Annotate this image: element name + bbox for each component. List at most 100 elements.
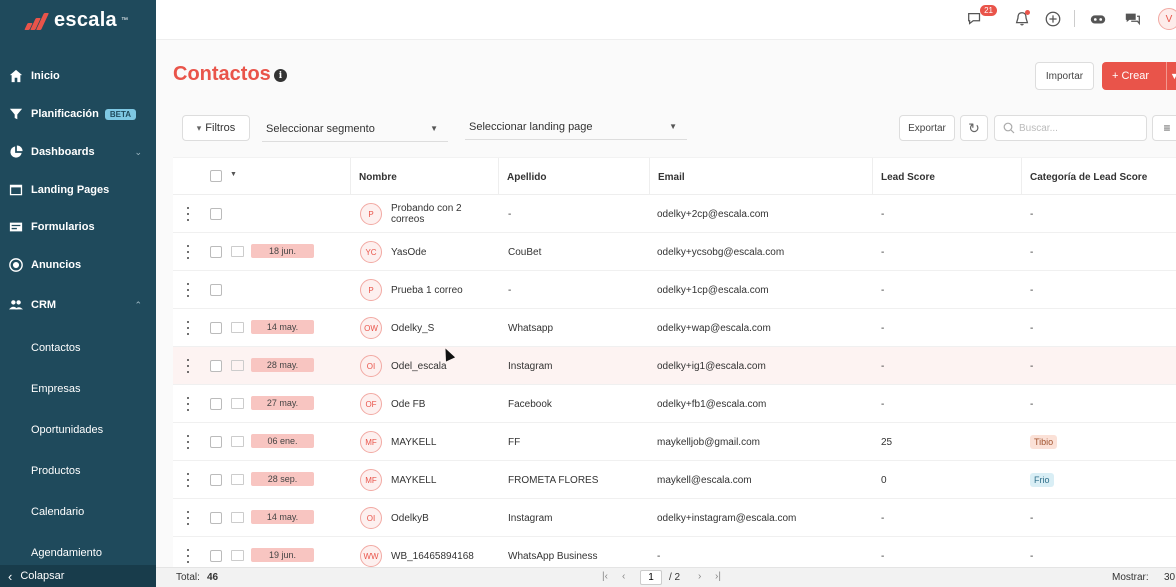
notifications-button[interactable] [1012,9,1032,29]
show-value[interactable]: 30 [1164,572,1175,583]
row-menu-icon[interactable] [183,321,193,335]
contact-first-name[interactable]: YasOde [391,233,495,271]
contact-first-name[interactable]: Prueba 1 correo [391,271,495,309]
table-row[interactable]: 28 sep. MF MAYKELL FROMETA FLORES maykell@es… [173,461,1176,499]
task-icon[interactable] [231,474,244,485]
table-row[interactable]: P Prueba 1 correo - odelky+1cp@escala.com - - [173,271,1176,309]
import-button[interactable]: Importar [1035,62,1094,90]
row-checkbox[interactable] [210,284,222,296]
table-row[interactable]: 28 may. OI Odel_escala Instagram odelky+ig1@… [173,347,1176,385]
column-settings-button[interactable]: ≡ [1152,115,1176,141]
export-button[interactable]: Exportar [899,115,955,141]
prev-page-icon[interactable]: ‹ [622,571,625,582]
contact-first-name[interactable]: MAYKELL [391,423,495,461]
row-checkbox[interactable] [210,474,222,486]
add-button[interactable] [1043,9,1063,29]
contact-avatar: P [360,279,382,301]
sidebar-subitem-calendario[interactable]: Calendario [31,506,84,518]
caret-down-icon[interactable]: ▼ [230,171,237,178]
page-number-input[interactable] [640,570,662,585]
integrations-button[interactable] [1088,9,1108,29]
table-row[interactable]: P Probando con 2 correos - odelky+2cp@escal… [173,195,1176,233]
support-chat-button[interactable] [1123,9,1143,29]
contact-first-name[interactable]: Ode FB [391,385,495,423]
sidebar-subitem-empresas[interactable]: Empresas [31,383,81,395]
column-header-lead-category[interactable]: Categoría de Lead Score [1021,158,1171,196]
row-checkbox[interactable] [210,550,222,562]
sidebar-item-planificacion[interactable]: Planificación BETA [0,99,156,129]
search-input[interactable] [1019,122,1139,134]
table-row[interactable]: 19 jun. WW WB_16465894168 WhatsApp Business… [173,537,1176,567]
row-checkbox[interactable] [210,398,222,410]
task-icon[interactable] [231,550,244,561]
chevron-up-icon: ⌃ [134,299,142,310]
task-icon[interactable] [231,436,244,447]
task-icon[interactable] [231,512,244,523]
segment-select[interactable]: Seleccionar segmento ▼ [262,116,448,142]
row-checkbox[interactable] [210,512,222,524]
chat-button[interactable]: 21 [965,5,997,29]
column-header-lead-score[interactable]: Lead Score [872,158,1021,196]
sidebar-subitem-oportunidades[interactable]: Oportunidades [31,424,103,436]
lead-category: - [1030,208,1034,220]
next-page-icon[interactable]: › [698,571,701,582]
select-all-checkbox[interactable] [210,170,222,182]
chevron-down-icon[interactable]: ▼ [1166,62,1176,90]
table-row[interactable]: 14 may. OI OdelkyB Instagram odelky+instagra… [173,499,1176,537]
row-menu-icon[interactable] [183,283,193,297]
row-menu-icon[interactable] [183,435,193,449]
sidebar-item-landing-pages[interactable]: Landing Pages [0,175,156,205]
first-page-icon[interactable]: |‹ [602,571,608,582]
row-checkbox[interactable] [210,322,222,334]
user-avatar[interactable]: V [1158,8,1176,30]
row-menu-icon[interactable] [183,549,193,563]
task-icon[interactable] [231,360,244,371]
sidebar-item-inicio[interactable]: Inicio [0,61,156,91]
sidebar-subitem-contactos[interactable]: Contactos [31,342,81,354]
row-menu-icon[interactable] [183,397,193,411]
row-checkbox[interactable] [210,246,222,258]
row-checkbox[interactable] [210,436,222,448]
row-menu-icon[interactable] [183,207,193,221]
escala-logo[interactable]: escala ™ [24,8,128,32]
table-row[interactable]: 14 may. OW Odelky_S Whatsapp odelky+wap@esca… [173,309,1176,347]
row-checkbox[interactable] [210,208,222,220]
contact-first-name[interactable]: WB_16465894168 [391,537,495,567]
sidebar-subitem-productos[interactable]: Productos [31,465,81,477]
column-header-nombre[interactable]: Nombre [350,158,498,196]
sidebar-item-anuncios[interactable]: Anuncios [0,250,156,280]
row-menu-icon[interactable] [183,245,193,259]
contact-first-name[interactable]: Probando con 2 correos [391,195,495,233]
row-menu-icon[interactable] [183,511,193,525]
task-icon[interactable] [231,398,244,409]
contact-email: odelky+instagram@escala.com [657,512,797,524]
table-row[interactable]: 18 jun. YC YasOde CouBet odelky+ycsobg@escal… [173,233,1176,271]
search-box[interactable] [994,115,1147,141]
contact-first-name[interactable]: MAYKELL [391,461,495,499]
sidebar-item-crm[interactable]: CRM ⌃ [0,290,156,320]
last-page-icon[interactable]: ›| [715,571,721,582]
contact-first-name[interactable]: Odelky_S [391,309,495,347]
contact-first-name[interactable]: OdelkyB [391,499,495,537]
landing-page-select[interactable]: Seleccionar landing page ▼ [465,114,687,140]
contact-avatar: OF [360,393,382,415]
task-icon[interactable] [231,322,244,333]
lead-score: - [881,360,885,372]
sidebar-subitem-agendamiento[interactable]: Agendamiento [31,547,102,559]
table-row[interactable]: 27 may. OF Ode FB Facebook odelky+fb1@escala… [173,385,1176,423]
sidebar-item-dashboards[interactable]: Dashboards ⌄ [0,137,156,167]
sidebar-item-formularios[interactable]: Formularios [0,212,156,242]
contact-avatar: MF [360,469,382,491]
info-icon[interactable]: i [274,69,287,82]
create-button[interactable]: + Crear ▼ [1102,62,1176,90]
row-checkbox[interactable] [210,360,222,372]
row-menu-icon[interactable] [183,473,193,487]
column-header-email[interactable]: Email [649,158,872,196]
collapse-sidebar-button[interactable]: ‹ Colapsar [0,565,156,587]
row-menu-icon[interactable] [183,359,193,373]
task-icon[interactable] [231,246,244,257]
refresh-button[interactable]: ↻ [960,115,988,141]
table-row[interactable]: 06 ene. MF MAYKELL FF maykelljob@gmail.com 25… [173,423,1176,461]
column-header-apellido[interactable]: Apellido [498,158,649,196]
filters-button[interactable]: ▾ Filtros [182,115,250,141]
